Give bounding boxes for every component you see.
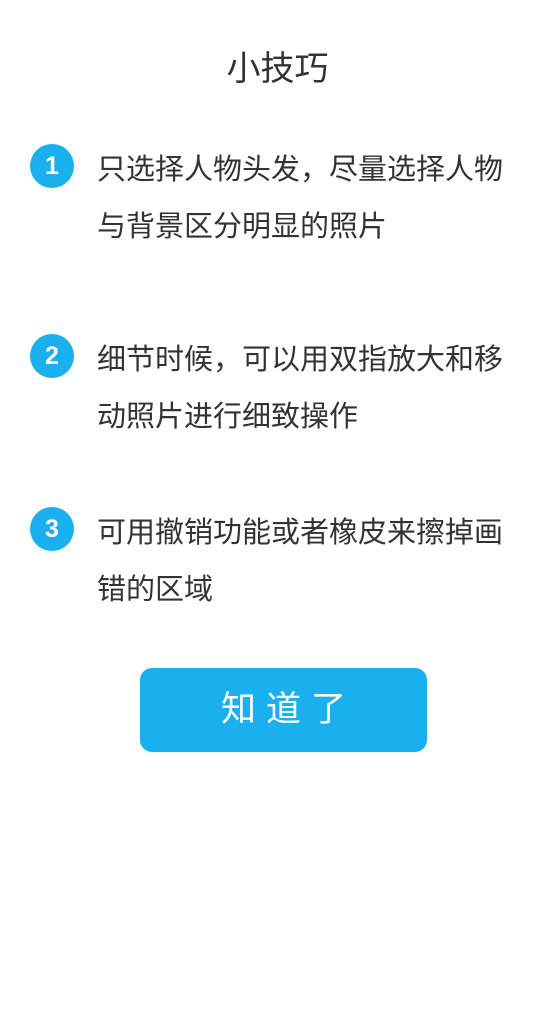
tip-number-badge: 2 xyxy=(30,334,74,378)
tip-number-badge: 3 xyxy=(30,507,74,551)
dialog-title: 小技巧 xyxy=(226,49,329,89)
tip-text: 细节时候，可以用双指放大和移动照片进行细致操作 xyxy=(97,342,504,433)
tip-text: 只选择人物头发，尽量选择人物与背景区分明显的照片 xyxy=(97,152,504,243)
got-it-button[interactable]: 知道了 xyxy=(140,668,427,752)
tip-text: 可用撤销功能或者橡皮来擦掉画错的区域 xyxy=(97,515,504,606)
tip-number-badge: 1 xyxy=(30,144,74,188)
